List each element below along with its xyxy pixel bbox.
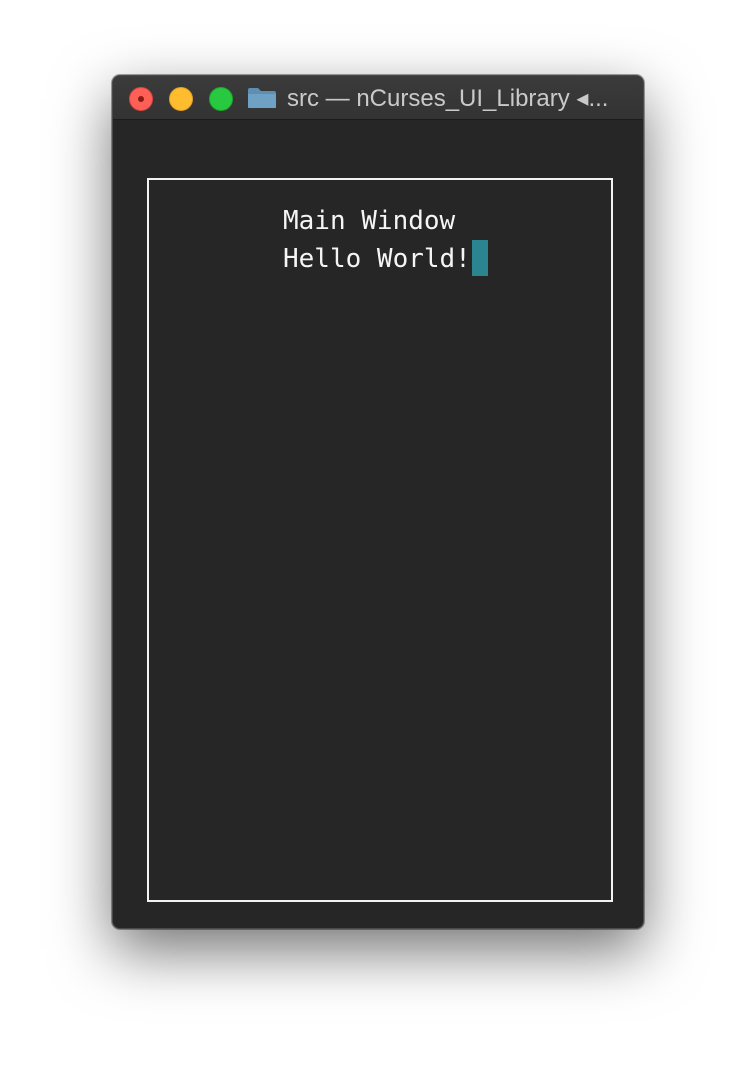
folder-icon xyxy=(248,88,276,108)
hello-world-text: Hello World! xyxy=(283,244,471,274)
text-cursor xyxy=(471,240,488,276)
zoom-button[interactable] xyxy=(209,87,233,111)
window-title: src — nCurses_UI_Library ◂... xyxy=(287,84,609,112)
hello-world-line: Hello World! xyxy=(283,240,488,278)
window-title-area: src — nCurses_UI_Library ◂... xyxy=(247,84,609,112)
title-bar[interactable]: src — nCurses_UI_Library ◂... xyxy=(113,76,643,120)
close-button[interactable] xyxy=(129,87,153,111)
minimize-button[interactable] xyxy=(169,87,193,111)
main-window-label: Main Window xyxy=(283,206,456,236)
terminal-content[interactable]: Main Window Hello World! xyxy=(113,120,643,928)
terminal-window: src — nCurses_UI_Library ◂... Main Windo… xyxy=(112,75,644,929)
ncurses-main-window-border: Main Window Hello World! xyxy=(147,178,613,902)
